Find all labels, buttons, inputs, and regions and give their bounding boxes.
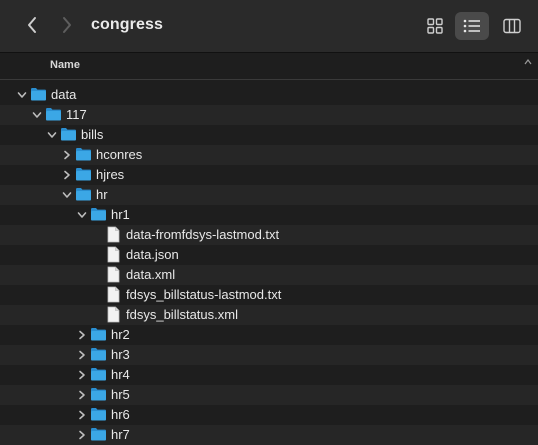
folder-row[interactable]: hjres [0,165,538,185]
folder-name: hjres [96,167,125,182]
disclosure-collapsed-icon[interactable] [76,329,88,341]
folder-row[interactable]: 117 [0,105,538,125]
file-name: fdsys_billstatus.xml [126,307,238,322]
file-name: fdsys_billstatus-lastmod.txt [126,287,282,302]
disclosure-expanded-icon[interactable] [31,109,43,121]
folder-name: hr3 [111,347,130,362]
folder-icon [91,368,106,381]
column-header: Name [0,53,538,80]
window-title: congress [91,16,163,33]
folder-icon [76,148,91,161]
disclosure-collapsed-icon[interactable] [61,149,73,161]
grid-view-button[interactable] [420,12,450,40]
folder-icon [91,348,106,361]
folder-icon [46,108,61,121]
disclosure-collapsed-icon[interactable] [76,369,88,381]
toolbar: congress [0,0,538,53]
folder-icon [31,88,46,101]
folder-name: hr7 [111,427,130,442]
disclosure-collapsed-icon[interactable] [76,409,88,421]
file-name: data-fromfdsys-lastmod.txt [126,227,280,242]
folder-name: hr4 [111,367,130,382]
file-row[interactable]: fdsys_billstatus-lastmod.txt [0,285,538,305]
forward-button[interactable] [56,14,78,36]
file-name: data.xml [126,267,176,282]
disclosure-collapsed-icon[interactable] [76,389,88,401]
folder-name: data [51,87,77,102]
name-column-header[interactable]: Name [50,59,80,71]
column-view-icon [503,18,521,34]
folder-name: hr [96,187,108,202]
folder-row[interactable]: hconres [0,145,538,165]
disclosure-expanded-icon[interactable] [61,189,73,201]
finder-window: congress Name data 117 bills hconres hjr… [0,0,538,445]
file-row[interactable]: data-fromfdsys-lastmod.txt [0,225,538,245]
folder-name: 117 [66,107,87,122]
document-icon [107,306,120,323]
folder-name: hr5 [111,387,130,402]
folder-name: bills [81,127,104,142]
file-row[interactable]: fdsys_billstatus.xml [0,305,538,325]
list-view-icon [463,19,480,33]
folder-row[interactable]: hr4 [0,365,538,385]
folder-row[interactable]: hr7 [0,425,538,445]
back-button[interactable] [21,14,43,36]
list-view-button[interactable] [455,12,489,40]
folder-name: hconres [96,147,143,162]
folder-name: hr1 [111,207,130,222]
folder-row[interactable]: hr3 [0,345,538,365]
disclosure-expanded-icon[interactable] [16,89,28,101]
folder-row[interactable]: bills [0,125,538,145]
folder-row[interactable]: hr1 [0,205,538,225]
grid-view-icon [427,18,443,34]
chevron-right-icon [63,17,71,33]
folder-icon [91,428,106,441]
folder-icon [91,408,106,421]
file-name: data.json [126,247,179,262]
folder-row[interactable]: data [0,85,538,105]
folder-row[interactable]: hr5 [0,385,538,405]
folder-row[interactable]: hr2 [0,325,538,345]
disclosure-collapsed-icon[interactable] [76,349,88,361]
folder-icon [76,168,91,181]
disclosure-expanded-icon[interactable] [76,209,88,221]
folder-name: hr2 [111,327,130,342]
document-icon [107,226,120,243]
document-icon [107,266,120,283]
disclosure-collapsed-icon[interactable] [76,429,88,441]
file-row[interactable]: data.xml [0,265,538,285]
folder-row[interactable]: hr [0,185,538,205]
document-icon [107,286,120,303]
column-view-button[interactable] [497,12,527,40]
file-row[interactable]: data.json [0,245,538,265]
folder-icon [61,128,76,141]
document-icon [107,246,120,263]
folder-icon [76,188,91,201]
folder-row[interactable]: hr6 [0,405,538,425]
sort-caret-icon [524,59,532,65]
chevron-left-icon [28,17,36,33]
folder-icon [91,388,106,401]
disclosure-expanded-icon[interactable] [46,129,58,141]
folder-icon [91,328,106,341]
folder-icon [91,208,106,221]
disclosure-collapsed-icon[interactable] [61,169,73,181]
folder-name: hr6 [111,407,130,422]
